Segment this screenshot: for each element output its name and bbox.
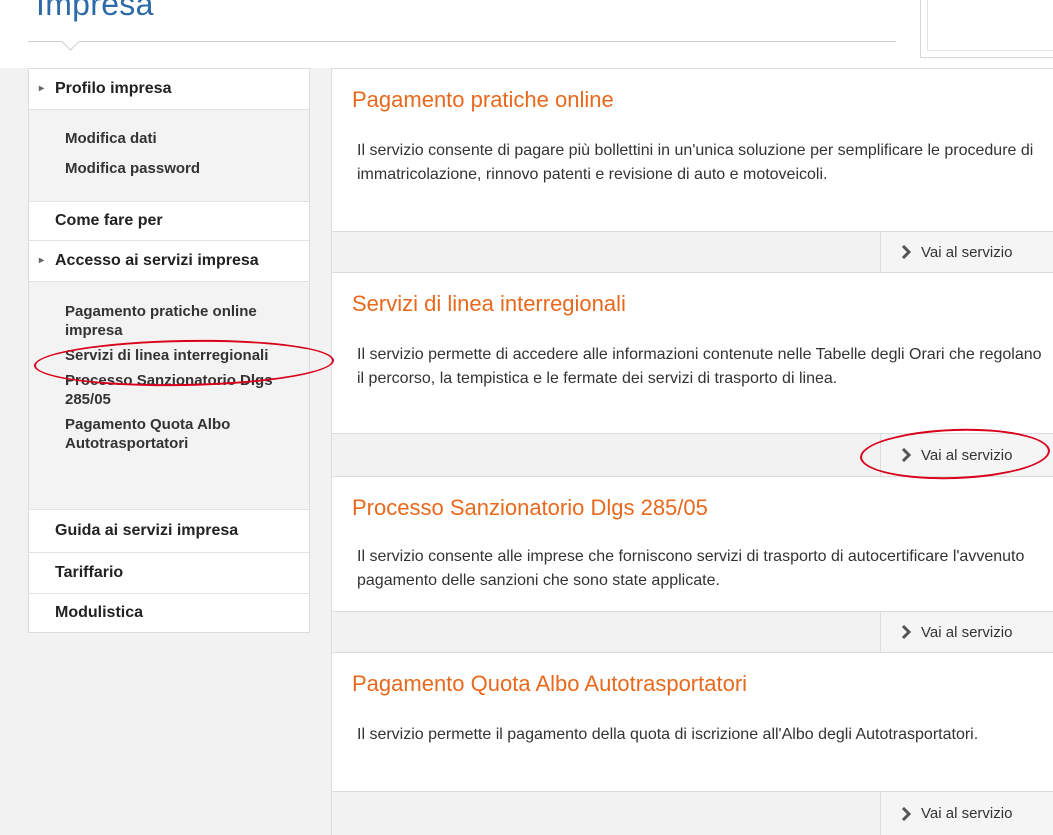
sidebar-item-pagamento-pratiche[interactable]: Pagamento pratiche online impresa xyxy=(29,302,309,340)
service-card: Pagamento pratiche online Il servizio co… xyxy=(331,68,1053,232)
service-title[interactable]: Pagamento Quota Albo Autotrasportatori xyxy=(352,671,747,697)
sidebar-item-guida-servizi[interactable]: Guida ai servizi impresa xyxy=(29,510,309,553)
service-card-footer: Vai al servizio xyxy=(331,612,1053,652)
sidebar-item-modifica-dati[interactable]: Modifica dati xyxy=(29,124,309,154)
vai-al-servizio-button[interactable]: Vai al servizio xyxy=(880,612,1053,652)
accesso-submenu: Pagamento pratiche online impresa Serviz… xyxy=(29,282,309,510)
chevron-right-icon: ▸ xyxy=(39,255,45,266)
service-description: Il servizio consente alle imprese che fo… xyxy=(357,548,1025,589)
vai-al-servizio-button[interactable]: Vai al servizio xyxy=(880,792,1053,835)
service-card-footer: Vai al servizio xyxy=(331,232,1053,272)
title-notch xyxy=(61,32,80,51)
chevron-right-icon xyxy=(901,806,912,821)
header-side-panel xyxy=(920,0,1053,58)
button-label: Vai al servizio xyxy=(921,805,1013,822)
page-title: Impresa xyxy=(36,0,154,22)
chevron-right-icon xyxy=(901,625,912,639)
profilo-submenu: Modifica dati Modifica password xyxy=(29,110,309,202)
service-card: Processo Sanzionatorio Dlgs 285/05 Il se… xyxy=(331,476,1053,612)
button-label: Vai al servizio xyxy=(921,623,1013,641)
sidebar-item-pagamento-quota-albo[interactable]: Pagamento Quota Albo Autotrasportatori xyxy=(29,415,309,453)
service-title[interactable]: Pagamento pratiche online xyxy=(352,87,614,113)
title-divider xyxy=(28,41,896,42)
service-card-footer: Vai al servizio xyxy=(331,792,1053,835)
page-header: Impresa xyxy=(0,0,1053,68)
sidebar-item-label: Profilo impresa xyxy=(55,80,172,97)
service-description: Il servizio permette il pagamento della … xyxy=(357,726,979,743)
sidebar-item-tariffario[interactable]: Tariffario xyxy=(29,553,309,594)
chevron-right-icon xyxy=(901,245,912,259)
sidebar-item-label: Accesso ai servizi impresa xyxy=(55,252,259,269)
service-title[interactable]: Processo Sanzionatorio Dlgs 285/05 xyxy=(352,495,708,521)
sidebar-item-accesso-servizi[interactable]: ▸ Accesso ai servizi impresa xyxy=(29,241,309,282)
vai-al-servizio-button[interactable]: Vai al servizio xyxy=(880,232,1053,272)
button-label: Vai al servizio xyxy=(921,243,1013,261)
chevron-right-icon: ▸ xyxy=(39,83,45,94)
service-card: Pagamento Quota Albo Autotrasportatori I… xyxy=(331,652,1053,792)
service-card: Servizi di linea interregionali Il servi… xyxy=(331,272,1053,434)
service-title[interactable]: Servizi di linea interregionali xyxy=(352,291,626,317)
sidebar-item-modulistica[interactable]: Modulistica xyxy=(29,594,309,632)
service-description: Il servizio consente di pagare più bolle… xyxy=(357,142,1034,183)
service-description: Il servizio permette di accedere alle in… xyxy=(357,346,1042,387)
sidebar-item-modifica-password[interactable]: Modifica password xyxy=(29,154,309,184)
sidebar-item-profilo-impresa[interactable]: ▸ Profilo impresa xyxy=(29,69,309,110)
sidebar-item-come-fare-per[interactable]: Come fare per xyxy=(29,202,309,241)
